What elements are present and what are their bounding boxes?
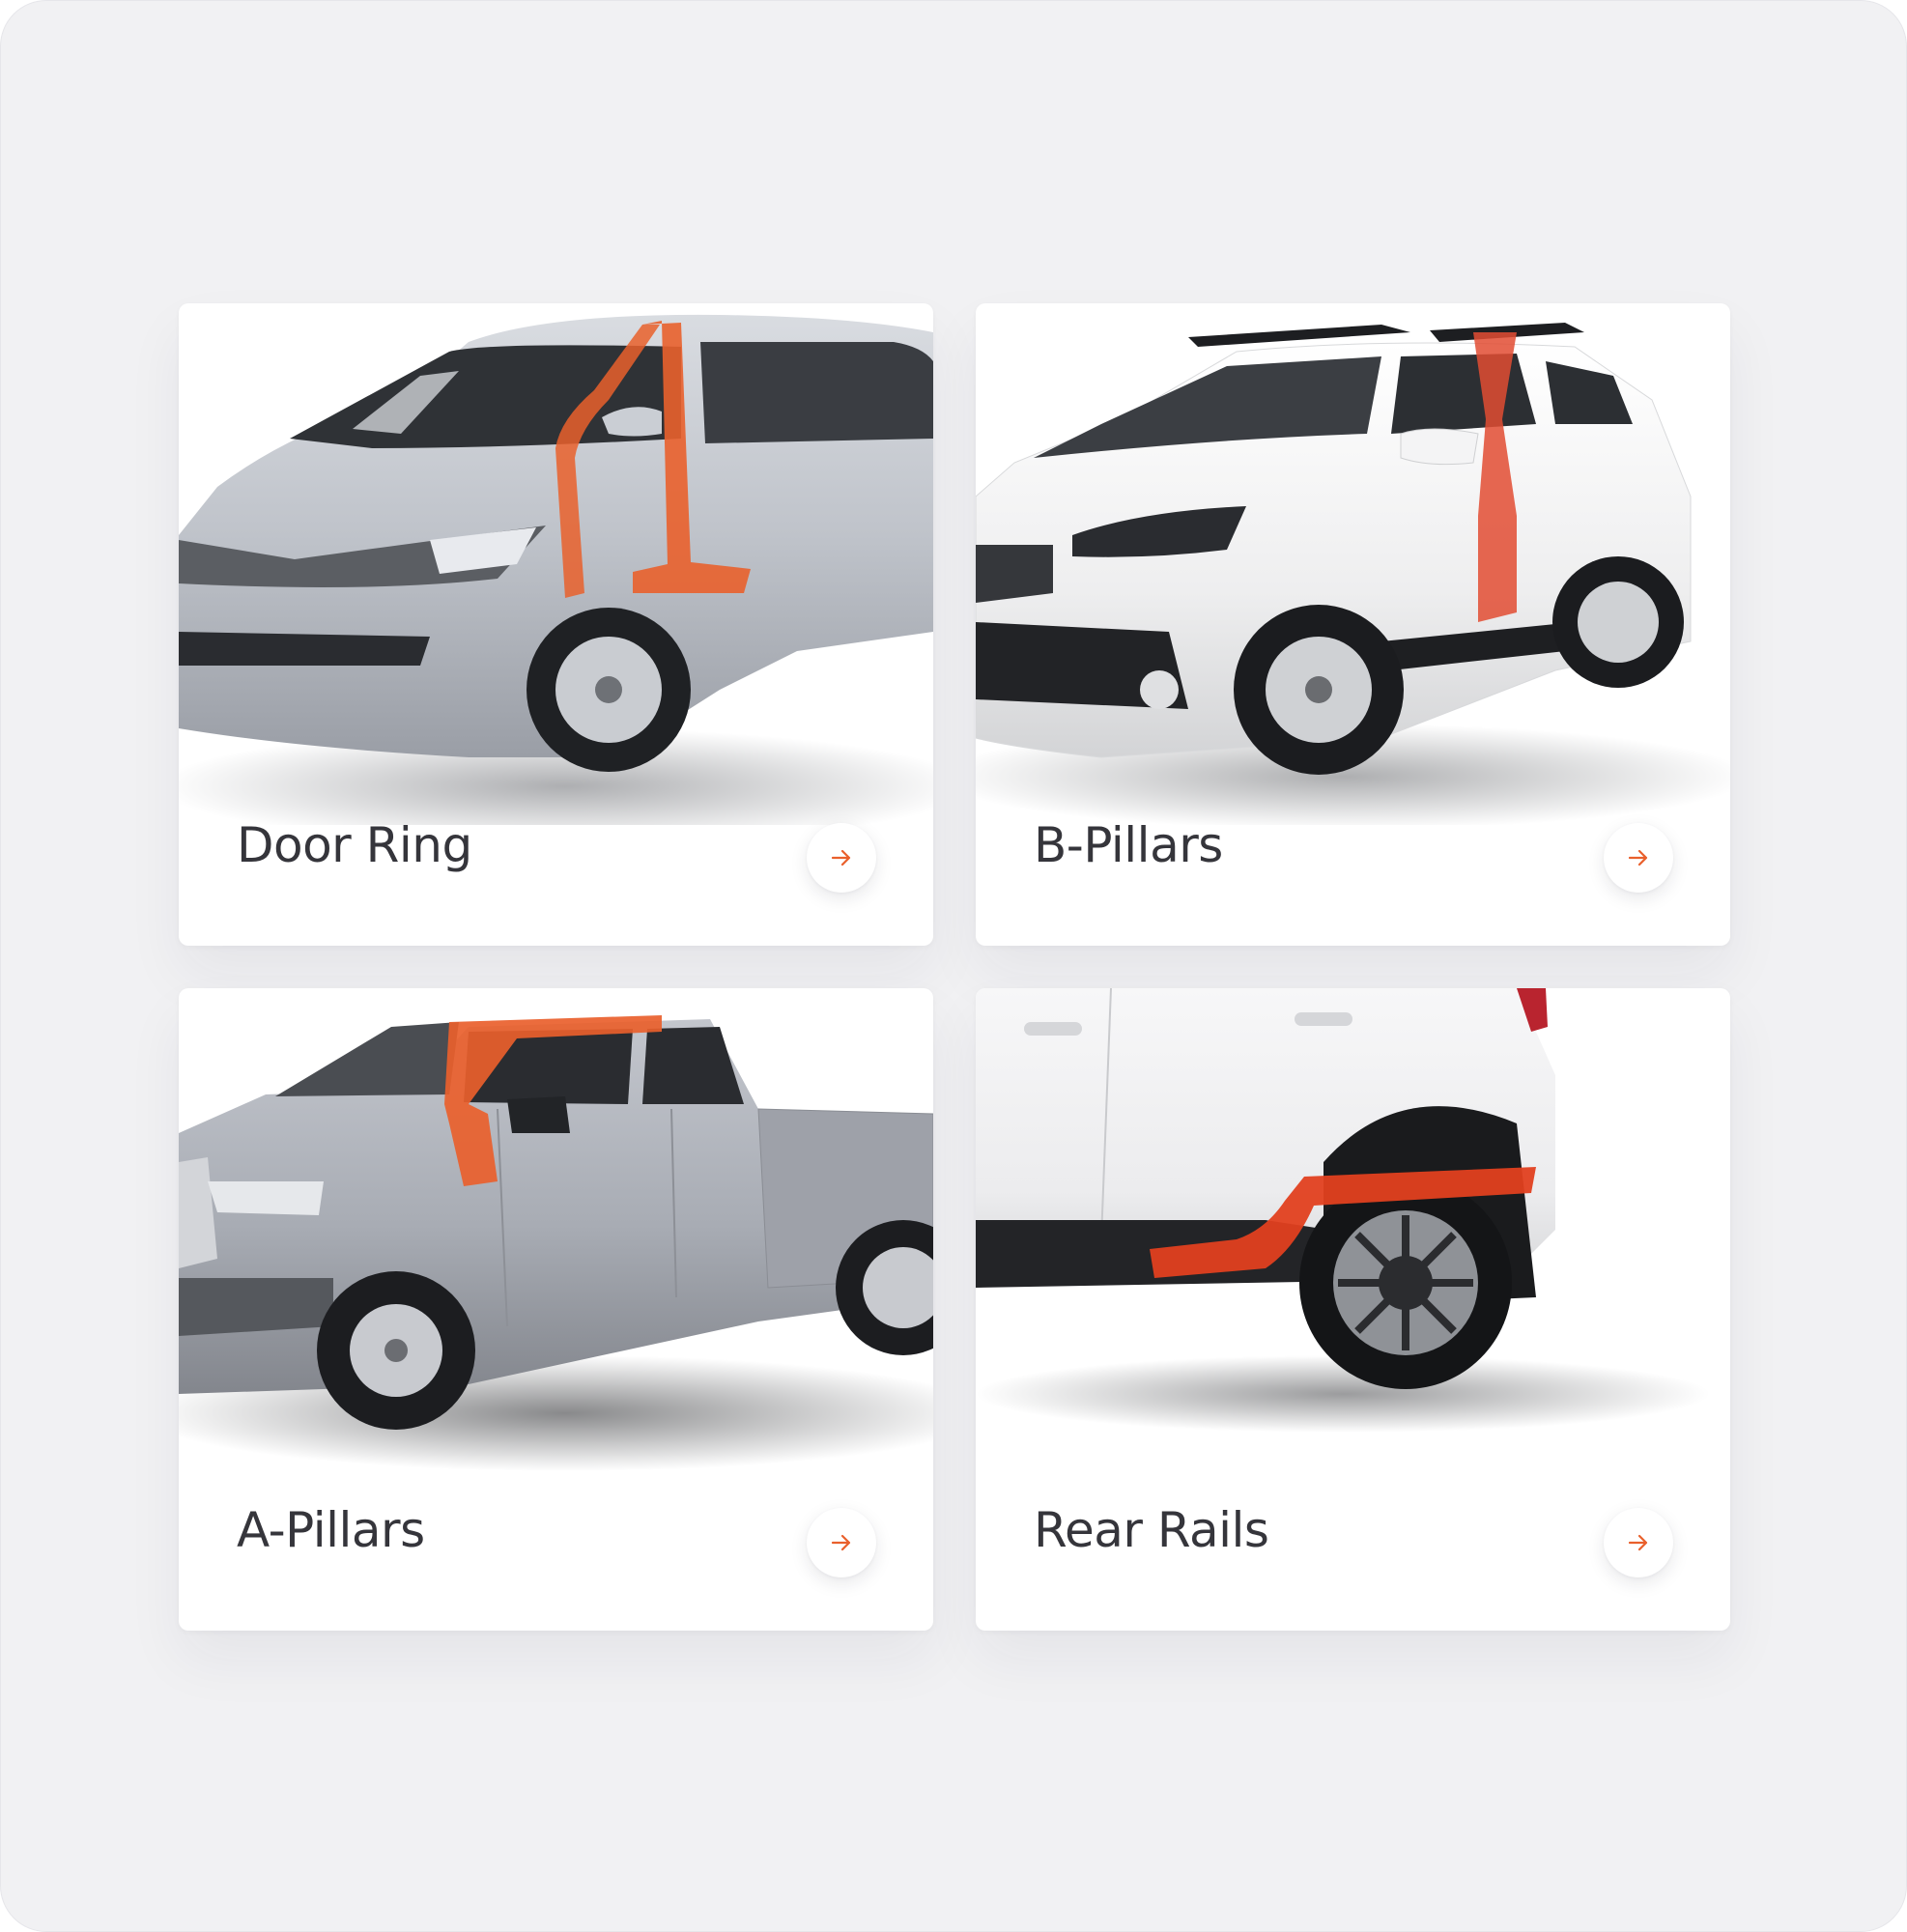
arrow-right-icon bbox=[1628, 1534, 1648, 1551]
card-rear-rails[interactable]: Rear Rails bbox=[976, 988, 1730, 1631]
a-pillars-arrow-button[interactable] bbox=[807, 1508, 876, 1577]
b-pillars-vehicle-image bbox=[976, 323, 1730, 825]
arrow-right-icon bbox=[831, 1534, 851, 1551]
card-title: B-Pillars bbox=[1034, 817, 1223, 873]
card-title: Rear Rails bbox=[1034, 1502, 1269, 1558]
card-a-pillars[interactable]: A-Pillars bbox=[179, 988, 933, 1631]
rear-rails-arrow-button[interactable] bbox=[1604, 1508, 1673, 1577]
card-b-pillars[interactable]: B-Pillars bbox=[976, 303, 1730, 946]
arrow-right-icon bbox=[1628, 849, 1648, 867]
arrow-right-icon bbox=[831, 849, 851, 867]
page-background: Door Ring B-Pillars A-Pillars Rear Rails bbox=[0, 0, 1907, 1932]
rear-rails-vehicle-image bbox=[976, 988, 1710, 1433]
door-ring-vehicle-image bbox=[179, 314, 933, 825]
product-grid: Door Ring B-Pillars A-Pillars Rear Rails bbox=[179, 303, 1731, 1631]
a-pillars-vehicle-image bbox=[179, 1015, 933, 1471]
card-door-ring[interactable]: Door Ring bbox=[179, 303, 933, 946]
b-pillars-arrow-button[interactable] bbox=[1604, 823, 1673, 893]
door-ring-arrow-button[interactable] bbox=[807, 823, 876, 893]
card-title: Door Ring bbox=[237, 817, 472, 873]
card-title: A-Pillars bbox=[237, 1502, 425, 1558]
